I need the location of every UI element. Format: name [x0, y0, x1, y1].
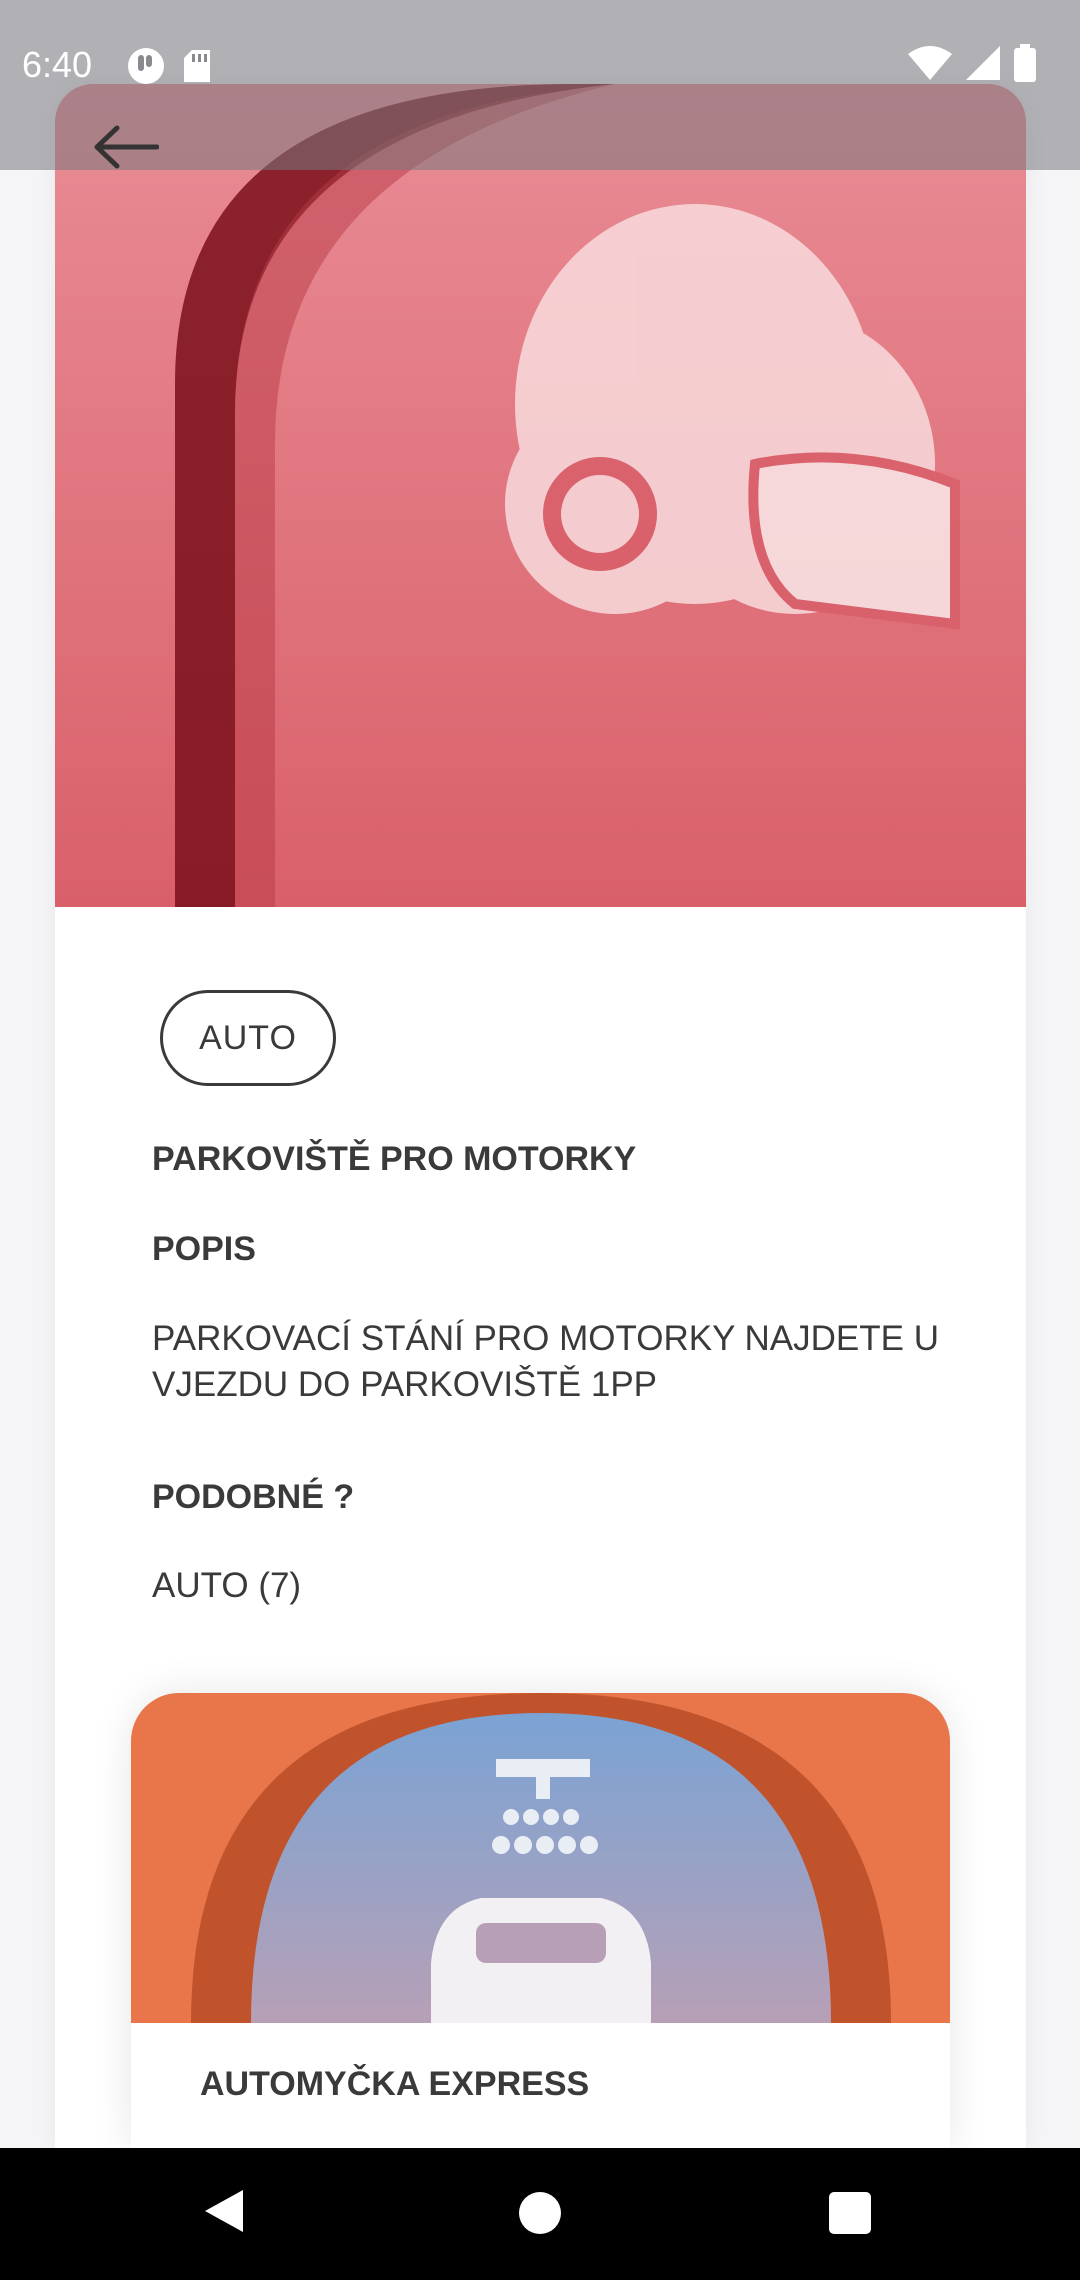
car-wash-icon — [131, 1693, 950, 2023]
description-text: PARKOVACÍ STÁNÍ PRO MOTORKY NAJDETE U VJ… — [152, 1319, 939, 1404]
navigation-bar — [0, 2148, 1080, 2280]
similar-label: PODOBNÉ ? — [152, 1478, 355, 1516]
wifi-icon — [908, 46, 952, 80]
detail-sheet: AUTO PARKOVIŠTĚ PRO MOTORKY POPIS PARKOV… — [55, 84, 1026, 2148]
cell-signal-icon — [966, 46, 1000, 80]
similar-item-card[interactable]: AUTOMYČKA EXPRESS — [131, 1693, 950, 2148]
card-image — [131, 1693, 950, 2023]
back-arrow-icon — [94, 125, 159, 169]
page-title: PARKOVIŠTĚ PRO MOTORKY — [152, 1140, 637, 1178]
status-left-icons — [126, 46, 216, 91]
status-time: 6:40 — [22, 44, 93, 85]
hero-image — [55, 84, 1026, 907]
nav-recents-icon[interactable] — [829, 2192, 871, 2234]
nav-back-icon[interactable] — [203, 2188, 245, 2234]
sd-card-icon — [184, 50, 210, 82]
nav-home-icon[interactable] — [519, 2192, 561, 2234]
card-title: AUTOMYČKA EXPRESS — [200, 2065, 590, 2103]
back-button[interactable] — [86, 112, 166, 182]
similar-category-link[interactable]: AUTO (7) — [152, 1566, 301, 1606]
description-label: POPIS — [152, 1230, 256, 1268]
category-chip[interactable]: AUTO — [160, 990, 336, 1086]
status-right-icons — [908, 44, 1058, 89]
battery-icon — [1014, 44, 1036, 82]
app-notification-icon — [128, 48, 164, 84]
motorcycle-helmet-icon — [55, 84, 1026, 907]
